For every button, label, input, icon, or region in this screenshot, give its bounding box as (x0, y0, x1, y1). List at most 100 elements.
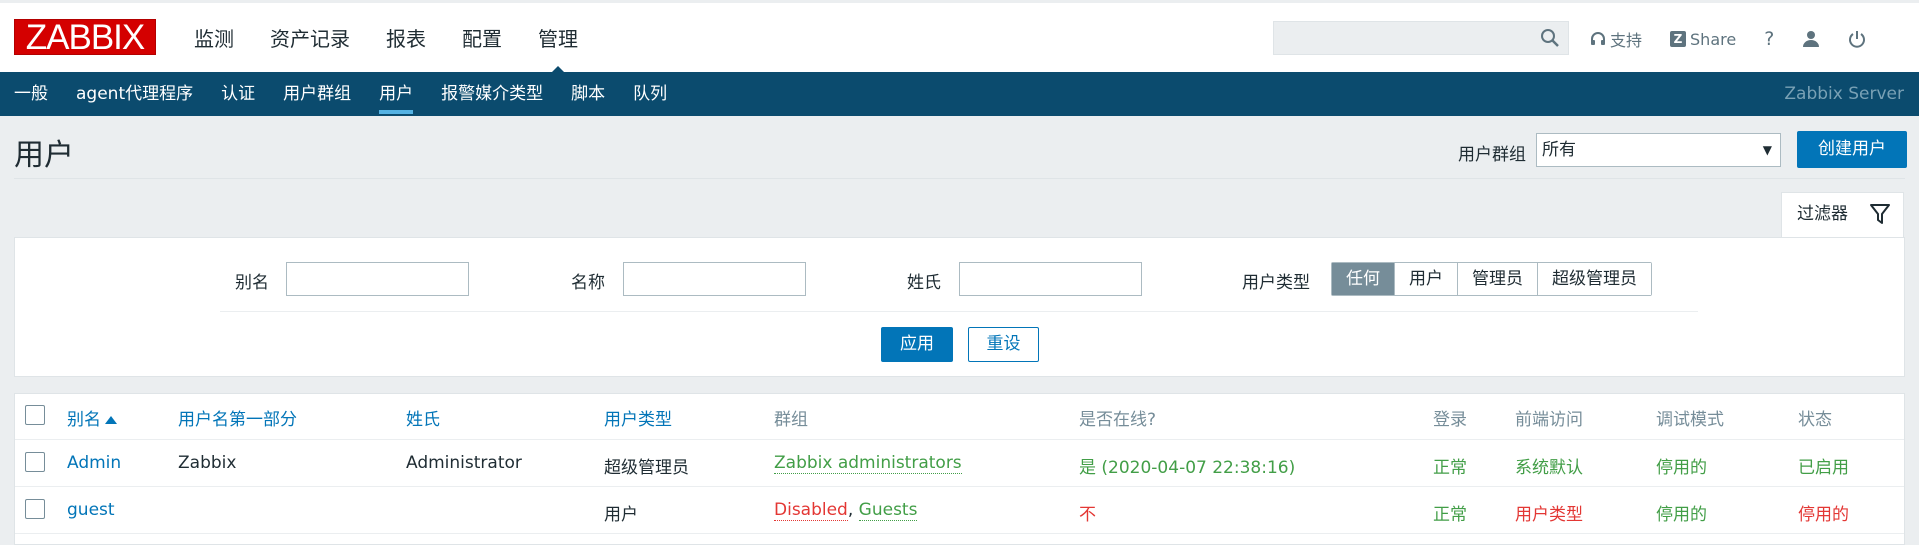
user-login-status: 正常 (1433, 505, 1467, 525)
sub-nav-proxies[interactable]: agent代理程序 (62, 72, 207, 116)
user-status-link[interactable]: 停用的 (1798, 500, 1849, 525)
user-debug-mode: 停用的 (1656, 458, 1707, 478)
header-online: 是否在线? (1079, 410, 1157, 430)
table-row: guest 用户 Disabled, Guests 不 正常 用户类型 停用的 … (15, 486, 1904, 534)
sub-nav-queue[interactable]: 队列 (619, 72, 681, 116)
user-name: Zabbix (178, 453, 237, 473)
server-name: Zabbix Server (1784, 84, 1904, 104)
sub-nav-scripts[interactable]: 脚本 (557, 72, 619, 116)
power-icon (1849, 31, 1866, 48)
reset-button[interactable]: 重设 (968, 327, 1039, 362)
header-frontend-access: 前端访问 (1515, 410, 1583, 430)
share-icon: Z (1670, 31, 1687, 47)
user-surname: Administrator (406, 453, 522, 473)
user-type-label: 用户类型 (1242, 273, 1310, 293)
header-surname[interactable]: 姓氏 (406, 405, 440, 430)
sub-nav-media-types[interactable]: 报警媒介类型 (427, 72, 557, 116)
user-groups: Disabled, Guests (774, 500, 918, 521)
sub-nav-user-groups[interactable]: 用户群组 (269, 72, 365, 116)
sort-asc-icon (105, 416, 117, 424)
sub-nav: 一般 agent代理程序 认证 用户群组 用户 报警媒介类型 脚本 队列 Zab… (0, 72, 1919, 116)
user-online: 是 (2020-04-07 22:38:16) (1079, 458, 1296, 478)
page-title: 用户 (14, 138, 74, 173)
user-type-user[interactable]: 用户 (1394, 263, 1457, 295)
header-alias[interactable]: 别名 (67, 405, 117, 430)
create-user-button[interactable]: 创建用户 (1797, 131, 1907, 168)
header-debug-mode: 调试模式 (1656, 410, 1724, 430)
filter-divider (220, 311, 1698, 312)
user-type-any[interactable]: 任何 (1332, 263, 1394, 295)
group-link[interactable]: Zabbix administrators (774, 453, 962, 474)
user-online: 不 (1079, 505, 1096, 525)
group-link[interactable]: Disabled (774, 500, 848, 521)
header-groups: 群组 (774, 410, 808, 430)
user-login-status: 正常 (1433, 458, 1467, 478)
main-nav-administration[interactable]: 管理 (520, 3, 596, 75)
sub-nav-authentication[interactable]: 认证 (207, 72, 269, 116)
group-link[interactable]: Guests (858, 500, 918, 521)
user-debug-mode: 停用的 (1656, 505, 1707, 525)
row-checkbox[interactable] (25, 452, 45, 472)
header-login: 登录 (1433, 410, 1467, 430)
group-separator: , (847, 500, 859, 520)
user-type-segmented: 任何 用户 管理员 超级管理员 (1331, 262, 1652, 296)
alias-input[interactable] (286, 262, 469, 296)
main-nav-monitoring[interactable]: 监测 (176, 3, 252, 75)
table-header-row: 别名 用户名第一部分 姓氏 用户类型 群组 是否在线? 登录 前端访问 调试模式… (15, 394, 1904, 440)
user-frontend-access: 系统默认 (1515, 458, 1583, 478)
filter-icon (1870, 204, 1890, 224)
user-type: 用户 (604, 505, 638, 525)
user-status-link[interactable]: 已启用 (1798, 453, 1849, 478)
help-link[interactable]: ? (1764, 28, 1774, 50)
top-bar: ZABBIX 监测 资产记录 报表 配置 管理 支持 Z Share ? (0, 0, 1919, 75)
user-group-select[interactable]: 所有 ▼ (1536, 133, 1781, 167)
main-nav: 监测 资产记录 报表 配置 管理 (176, 3, 596, 75)
users-table: 别名 用户名第一部分 姓氏 用户类型 群组 是否在线? 登录 前端访问 调试模式… (14, 393, 1905, 545)
support-label: 支持 (1610, 31, 1643, 50)
user-type-admin[interactable]: 管理员 (1457, 263, 1537, 295)
header-user-type[interactable]: 用户类型 (604, 405, 672, 430)
header-name[interactable]: 用户名第一部分 (178, 405, 297, 430)
name-label: 名称 (571, 273, 605, 293)
logout-link[interactable] (1848, 30, 1866, 48)
help-icon: ? (1764, 28, 1775, 50)
share-label: Share (1690, 29, 1737, 49)
select-all-checkbox[interactable] (25, 405, 45, 425)
user-frontend-access: 用户类型 (1515, 505, 1583, 525)
main-nav-inventory[interactable]: 资产记录 (252, 3, 368, 75)
header-status: 状态 (1798, 410, 1832, 430)
row-checkbox[interactable] (25, 499, 45, 519)
zabbix-logo[interactable]: ZABBIX (14, 19, 156, 56)
user-type-super-admin[interactable]: 超级管理员 (1537, 263, 1651, 295)
sub-nav-general[interactable]: 一般 (0, 72, 62, 116)
user-alias-link[interactable]: guest (67, 500, 115, 520)
user-groups: Zabbix administrators (774, 453, 962, 474)
filter-tab[interactable]: 过滤器 (1781, 192, 1904, 238)
surname-input[interactable] (959, 262, 1142, 296)
user-icon (1803, 31, 1820, 47)
headset-icon (1591, 32, 1605, 45)
page-header: 用户 用户群组 所有 ▼ 创建用户 (0, 116, 1919, 178)
table-row: Admin Zabbix Administrator 超级管理员 Zabbix … (15, 439, 1904, 487)
surname-label: 姓氏 (907, 273, 941, 293)
filter-panel: 别名 名称 姓氏 用户类型 任何 用户 管理员 超级管理员 应用 重设 (14, 237, 1905, 377)
divider (14, 178, 1905, 179)
name-input[interactable] (623, 262, 806, 296)
user-type: 超级管理员 (604, 458, 689, 478)
user-alias-link[interactable]: Admin (67, 453, 121, 473)
search-input[interactable] (1273, 21, 1569, 55)
dropdown-arrow-icon: ▼ (1762, 143, 1772, 157)
search-icon[interactable] (1540, 28, 1560, 48)
user-group-label: 用户群组 (1458, 145, 1526, 165)
user-group-value: 所有 (1542, 140, 1576, 160)
filter-tab-label: 过滤器 (1797, 204, 1848, 224)
top-right-tools: 支持 Z Share ? (1590, 3, 1894, 75)
main-nav-configuration[interactable]: 配置 (444, 3, 520, 75)
main-nav-reports[interactable]: 报表 (368, 3, 444, 75)
alias-label: 别名 (235, 273, 269, 293)
apply-button[interactable]: 应用 (881, 327, 953, 362)
sub-nav-users[interactable]: 用户 (365, 72, 427, 116)
user-profile-link[interactable] (1802, 30, 1820, 48)
share-link[interactable]: Z Share (1670, 30, 1736, 49)
support-link[interactable]: 支持 (1590, 27, 1642, 51)
